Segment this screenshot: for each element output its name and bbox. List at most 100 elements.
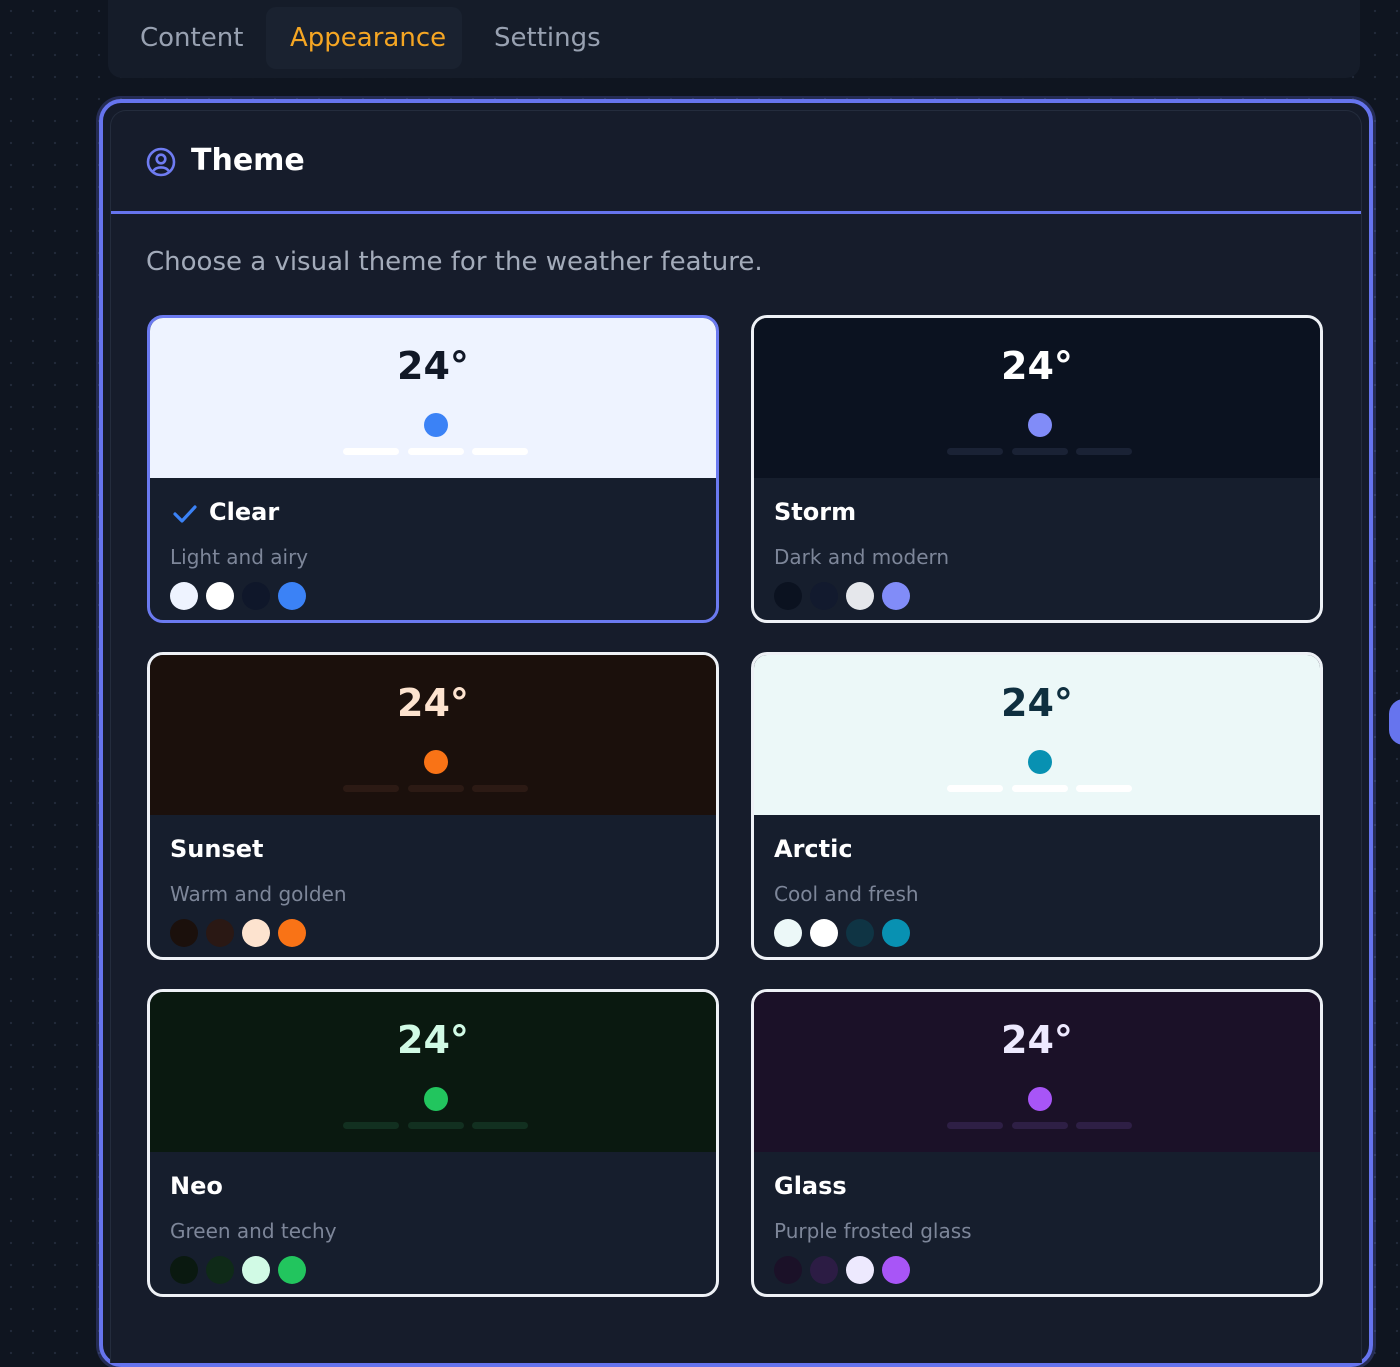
preview-bar <box>343 448 399 455</box>
weather-dot-icon <box>424 413 448 437</box>
preview-bar <box>947 785 1003 792</box>
tab-content[interactable]: Content <box>128 7 258 69</box>
theme-panel-body: Theme Choose a visual theme for the weat… <box>110 110 1362 1363</box>
theme-name: Neo <box>170 1172 223 1200</box>
preview-bars <box>343 785 531 792</box>
color-swatch <box>206 1256 234 1284</box>
theme-name: Sunset <box>170 835 264 863</box>
color-swatch <box>242 919 270 947</box>
preview-bar <box>947 1122 1003 1129</box>
panel-header: Theme <box>111 111 1361 214</box>
preview-temperature: 24° <box>397 681 469 725</box>
preview-bar <box>472 785 528 792</box>
preview-bar <box>343 1122 399 1129</box>
theme-preview: 24° <box>150 655 716 815</box>
theme-preview: 24° <box>150 318 716 478</box>
color-swatch <box>774 582 802 610</box>
color-swatch <box>882 1256 910 1284</box>
tab-appearance[interactable]: Appearance <box>266 7 462 69</box>
color-swatch <box>846 1256 874 1284</box>
preview-bar <box>1076 448 1132 455</box>
theme-name: Glass <box>774 1172 847 1200</box>
color-swatch <box>774 919 802 947</box>
theme-card-glass[interactable]: 24° Glass Purple frosted glass <box>751 989 1323 1297</box>
color-swatches <box>170 919 310 947</box>
color-swatches <box>774 582 914 610</box>
color-swatch <box>278 919 306 947</box>
theme-preview: 24° <box>150 992 716 1152</box>
theme-description: Warm and golden <box>170 882 347 906</box>
theme-name: Arctic <box>774 835 853 863</box>
theme-preview: 24° <box>754 655 1320 815</box>
weather-dot-icon <box>1028 1087 1052 1111</box>
preview-bar <box>1076 1122 1132 1129</box>
theme-card-neo[interactable]: 24° Neo Green and techy <box>147 989 719 1297</box>
theme-panel: Theme Choose a visual theme for the weat… <box>99 99 1373 1367</box>
preview-bar <box>408 1122 464 1129</box>
color-swatch <box>206 919 234 947</box>
user-circle-icon <box>146 147 176 177</box>
theme-description: Dark and modern <box>774 545 950 569</box>
preview-temperature: 24° <box>397 344 469 388</box>
preview-bar <box>408 448 464 455</box>
weather-dot-icon <box>1028 750 1052 774</box>
color-swatch <box>810 582 838 610</box>
theme-card-storm[interactable]: 24° Storm Dark and modern <box>751 315 1323 623</box>
preview-bars <box>947 1122 1135 1129</box>
color-swatches <box>774 1256 914 1284</box>
checkmark-icon <box>173 505 197 523</box>
panel-description: Choose a visual theme for the weather fe… <box>146 247 763 277</box>
weather-dot-icon <box>424 750 448 774</box>
theme-card-sunset[interactable]: 24° Sunset Warm and golden <box>147 652 719 960</box>
color-swatch <box>170 1256 198 1284</box>
preview-bars <box>947 785 1135 792</box>
preview-bar <box>472 1122 528 1129</box>
theme-name: Storm <box>774 498 857 526</box>
preview-bar <box>472 448 528 455</box>
color-swatch <box>882 919 910 947</box>
preview-bar <box>1012 785 1068 792</box>
tab-bar: Content Appearance Settings <box>108 0 1360 78</box>
preview-bars <box>947 448 1135 455</box>
preview-bar <box>343 785 399 792</box>
color-swatches <box>170 582 310 610</box>
color-swatch <box>774 1256 802 1284</box>
color-swatches <box>170 1256 310 1284</box>
theme-card-clear[interactable]: 24° Clear Light and airy <box>147 315 719 623</box>
preview-temperature: 24° <box>1001 1018 1073 1062</box>
panel-title: Theme <box>191 143 305 178</box>
theme-preview: 24° <box>754 992 1320 1152</box>
theme-description: Cool and fresh <box>774 882 919 906</box>
preview-bar <box>947 448 1003 455</box>
theme-card-arctic[interactable]: 24° Arctic Cool and fresh <box>751 652 1323 960</box>
color-swatch <box>846 919 874 947</box>
theme-description: Light and airy <box>170 545 309 569</box>
preview-temperature: 24° <box>1001 344 1073 388</box>
color-swatch <box>170 582 198 610</box>
color-swatch <box>170 919 198 947</box>
preview-temperature: 24° <box>1001 681 1073 725</box>
theme-preview: 24° <box>754 318 1320 478</box>
theme-name: Clear <box>209 498 280 526</box>
theme-description: Green and techy <box>170 1219 337 1243</box>
weather-dot-icon <box>424 1087 448 1111</box>
color-swatch <box>242 582 270 610</box>
preview-bars <box>343 1122 531 1129</box>
theme-description: Purple frosted glass <box>774 1219 972 1243</box>
weather-dot-icon <box>1028 413 1052 437</box>
color-swatch <box>846 582 874 610</box>
color-swatch <box>242 1256 270 1284</box>
preview-bar <box>1012 1122 1068 1129</box>
side-drawer-handle[interactable] <box>1389 699 1400 745</box>
preview-bar <box>1076 785 1132 792</box>
preview-bars <box>343 448 531 455</box>
color-swatch <box>882 582 910 610</box>
color-swatch <box>810 1256 838 1284</box>
preview-bar <box>1012 448 1068 455</box>
color-swatch <box>810 919 838 947</box>
tab-settings[interactable]: Settings <box>482 7 614 69</box>
preview-temperature: 24° <box>397 1018 469 1062</box>
preview-bar <box>408 785 464 792</box>
color-swatches <box>774 919 914 947</box>
color-swatch <box>206 582 234 610</box>
